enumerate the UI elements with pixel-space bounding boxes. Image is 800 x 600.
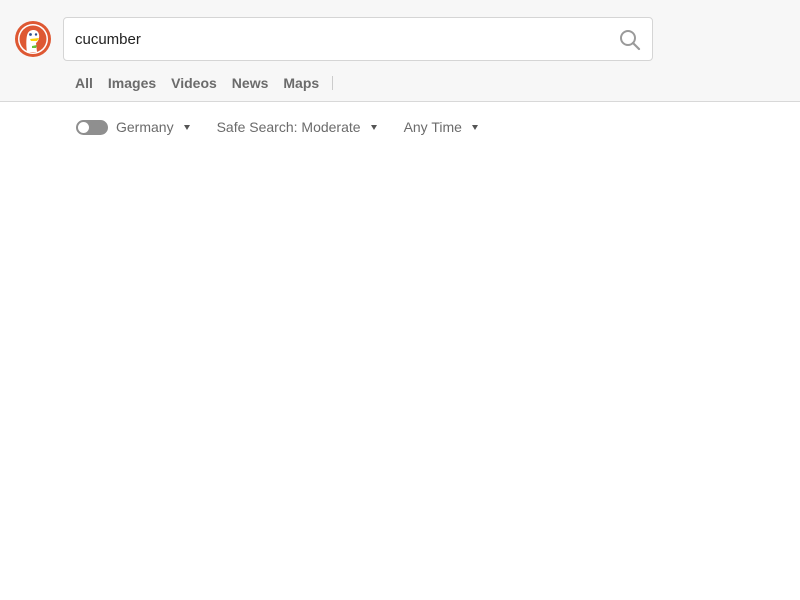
caret-down-icon [471,124,478,130]
safe-search-filter[interactable]: Safe Search: Moderate [217,119,377,135]
time-label: Any Time [403,119,462,135]
toggle-knob [78,121,89,133]
search-box [63,17,653,61]
caret-down-icon [370,124,377,130]
tab-news[interactable]: News [232,75,269,91]
search-button[interactable] [618,28,642,52]
tab-videos[interactable]: Videos [171,75,217,91]
tab-images[interactable]: Images [108,75,156,91]
region-filter[interactable]: Germany [116,119,190,135]
duckduckgo-logo[interactable] [15,21,51,57]
filter-bar: Germany Safe Search: Moderate Any Time [76,118,478,136]
search-icon [620,30,641,51]
tab-all[interactable]: All [75,75,93,91]
header: All Images Videos News Maps [0,0,800,102]
region-label: Germany [116,119,174,135]
safe-search-label: Safe Search: Moderate [216,119,361,135]
tab-maps[interactable]: Maps [283,75,319,91]
search-tabs: All Images Videos News Maps [75,74,334,92]
region-toggle[interactable] [76,119,108,135]
tab-divider [332,76,334,90]
search-input[interactable] [75,18,595,60]
time-filter[interactable]: Any Time [404,119,478,135]
caret-down-icon [183,124,190,130]
